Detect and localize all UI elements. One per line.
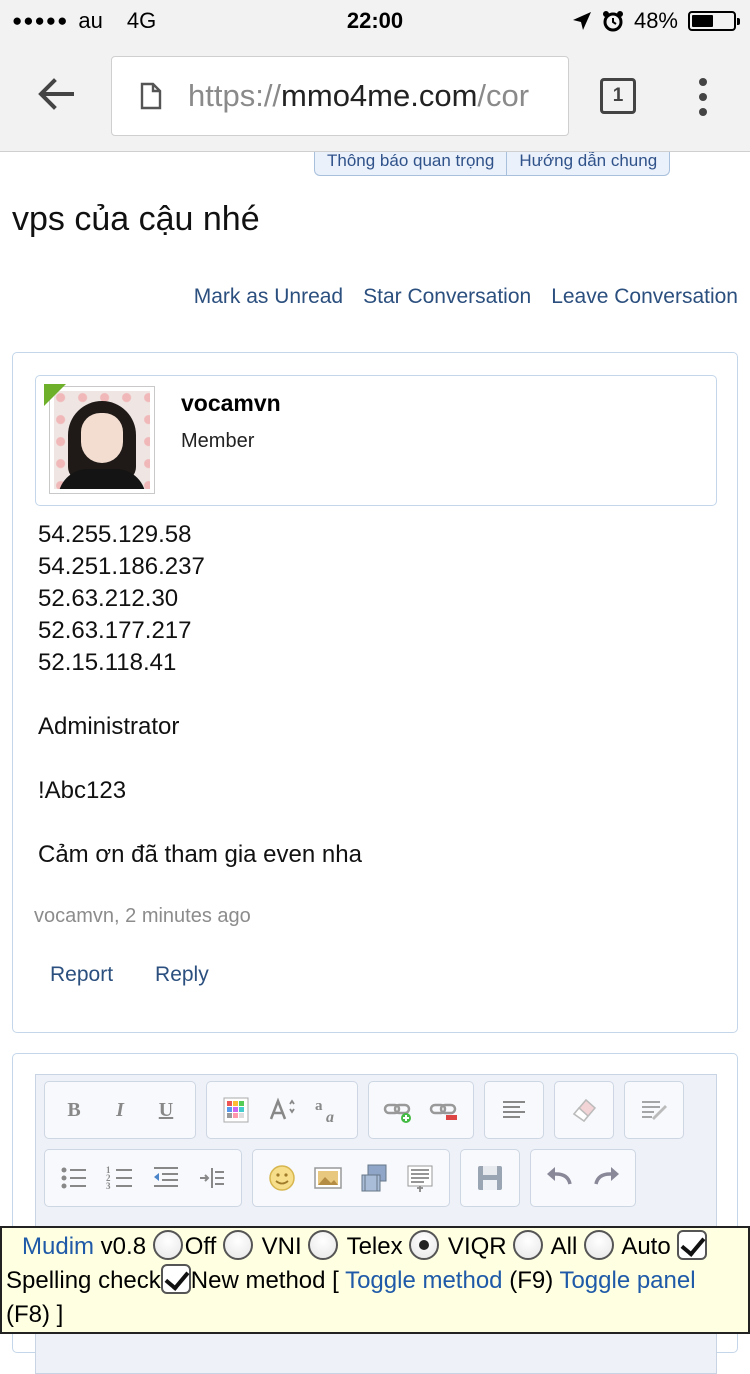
- address-bar[interactable]: https://mmo4me.com/cor: [111, 56, 569, 136]
- underline-button[interactable]: U: [143, 1087, 189, 1133]
- message-meta: vocamvn, 2 minutes ago: [34, 905, 251, 927]
- text-color-icon[interactable]: [213, 1087, 259, 1133]
- undo-icon[interactable]: [537, 1155, 583, 1201]
- star-conversation-link[interactable]: Star Conversation: [363, 285, 531, 309]
- tab-switcher-button[interactable]: 1: [600, 78, 636, 114]
- message-line: Administrator: [38, 713, 180, 740]
- insert-link-icon[interactable]: [375, 1087, 421, 1133]
- radio-all-label: All: [545, 1233, 578, 1260]
- svg-text:a: a: [315, 1098, 323, 1114]
- status-bar: ●●●●● au 4G 22:00 48%: [0, 0, 750, 40]
- page-title: vps của cậu nhé: [12, 200, 260, 238]
- toggle-panel-link[interactable]: Toggle panel: [559, 1267, 695, 1294]
- insert-image-icon[interactable]: [305, 1155, 351, 1201]
- report-link[interactable]: Report: [50, 963, 113, 987]
- font-family-icon[interactable]: aa: [305, 1087, 351, 1133]
- toggle-panel-key: (F8) ]: [6, 1301, 64, 1328]
- user-title: Member: [181, 430, 255, 452]
- username[interactable]: vocamvn: [181, 390, 281, 417]
- radio-telex-label: Telex: [340, 1233, 403, 1260]
- message-line: Cảm ơn đã tham gia even nha: [38, 841, 362, 868]
- radio-viqr-label: VIQR: [441, 1233, 507, 1260]
- message-line: 52.15.118.41: [38, 649, 177, 676]
- battery-icon: [688, 11, 740, 31]
- location-arrow-icon: [572, 12, 591, 30]
- message-post: vocamvn Member 54.255.129.58 54.251.186.…: [12, 352, 738, 1033]
- conversation-actions: Mark as Unread Star Conversation Leave C…: [194, 285, 738, 309]
- toggle-method-link[interactable]: Toggle method: [345, 1267, 502, 1294]
- forum-tab-strip: Thông báo quan trọng Hướng dẫn chung: [314, 152, 671, 176]
- italic-button[interactable]: I: [97, 1087, 143, 1133]
- radio-off-label: Off: [184, 1233, 217, 1260]
- reply-link[interactable]: Reply: [155, 963, 209, 987]
- radio-auto[interactable]: [583, 1230, 614, 1260]
- spelling-check-checkbox[interactable]: [677, 1230, 708, 1260]
- indent-icon[interactable]: [189, 1155, 235, 1201]
- url-text: https://mmo4me.com/cor: [188, 78, 530, 113]
- radio-all[interactable]: [513, 1230, 544, 1260]
- back-arrow-icon[interactable]: [36, 74, 76, 114]
- mark-unread-link[interactable]: Mark as Unread: [194, 285, 343, 309]
- font-size-icon[interactable]: [259, 1087, 305, 1133]
- message-body: 54.255.129.58 54.251.186.237 52.63.212.3…: [38, 519, 362, 871]
- message-line: !Abc123: [38, 777, 127, 804]
- save-draft-icon[interactable]: [467, 1155, 513, 1201]
- remove-link-icon[interactable]: [421, 1087, 467, 1133]
- mudim-name[interactable]: Mudim: [22, 1233, 94, 1260]
- message-line: 54.251.186.237: [38, 553, 205, 580]
- online-indicator-icon: [44, 384, 66, 406]
- mudim-panel: Mudim v0.8 Off VNI Telex VIQR All Auto S…: [0, 1226, 750, 1334]
- spelling-check-label: Spelling check: [6, 1267, 161, 1294]
- page-icon: [140, 82, 162, 110]
- radio-auto-label: Auto: [615, 1233, 671, 1260]
- mudim-version: v0.8: [94, 1233, 147, 1260]
- bullet-list-icon[interactable]: [51, 1155, 97, 1201]
- tab-important-notices[interactable]: Thông báo quan trọng: [315, 152, 506, 175]
- radio-vni-label: VNI: [254, 1233, 302, 1260]
- radio-telex[interactable]: [308, 1230, 339, 1260]
- eraser-icon[interactable]: [561, 1087, 607, 1133]
- message-links: Report Reply: [50, 963, 209, 987]
- svg-text:3: 3: [106, 1181, 111, 1191]
- align-icon[interactable]: [491, 1087, 537, 1133]
- numbered-list-icon[interactable]: 123: [97, 1155, 143, 1201]
- browser-toolbar: https://mmo4me.com/cor 1: [0, 40, 750, 152]
- smiley-icon[interactable]: [259, 1155, 305, 1201]
- bold-button[interactable]: B: [51, 1087, 97, 1133]
- insert-code-icon[interactable]: [397, 1155, 443, 1201]
- redo-icon[interactable]: [583, 1155, 629, 1201]
- outdent-icon[interactable]: [143, 1155, 189, 1201]
- edit-source-icon[interactable]: [631, 1087, 677, 1133]
- radio-vni[interactable]: [222, 1230, 253, 1260]
- leave-conversation-link[interactable]: Leave Conversation: [551, 285, 738, 309]
- message-line: 52.63.212.30: [38, 585, 179, 612]
- new-method-label: New method [: [190, 1267, 346, 1294]
- message-line: 54.255.129.58: [38, 521, 192, 548]
- toggle-method-key: (F9): [502, 1267, 560, 1294]
- radio-viqr[interactable]: [409, 1230, 440, 1260]
- svg-text:a: a: [326, 1109, 334, 1126]
- battery-percent: 48%: [633, 8, 678, 33]
- alarm-clock-icon: [602, 11, 623, 32]
- message-line: 52.63.177.217: [38, 617, 192, 644]
- insert-media-icon[interactable]: [351, 1155, 397, 1201]
- user-card: vocamvn Member: [35, 375, 717, 506]
- overflow-menu-icon[interactable]: [697, 78, 709, 116]
- tab-general-guide[interactable]: Hướng dẫn chung: [506, 152, 669, 175]
- radio-off[interactable]: [152, 1230, 183, 1260]
- new-method-checkbox[interactable]: [160, 1264, 191, 1294]
